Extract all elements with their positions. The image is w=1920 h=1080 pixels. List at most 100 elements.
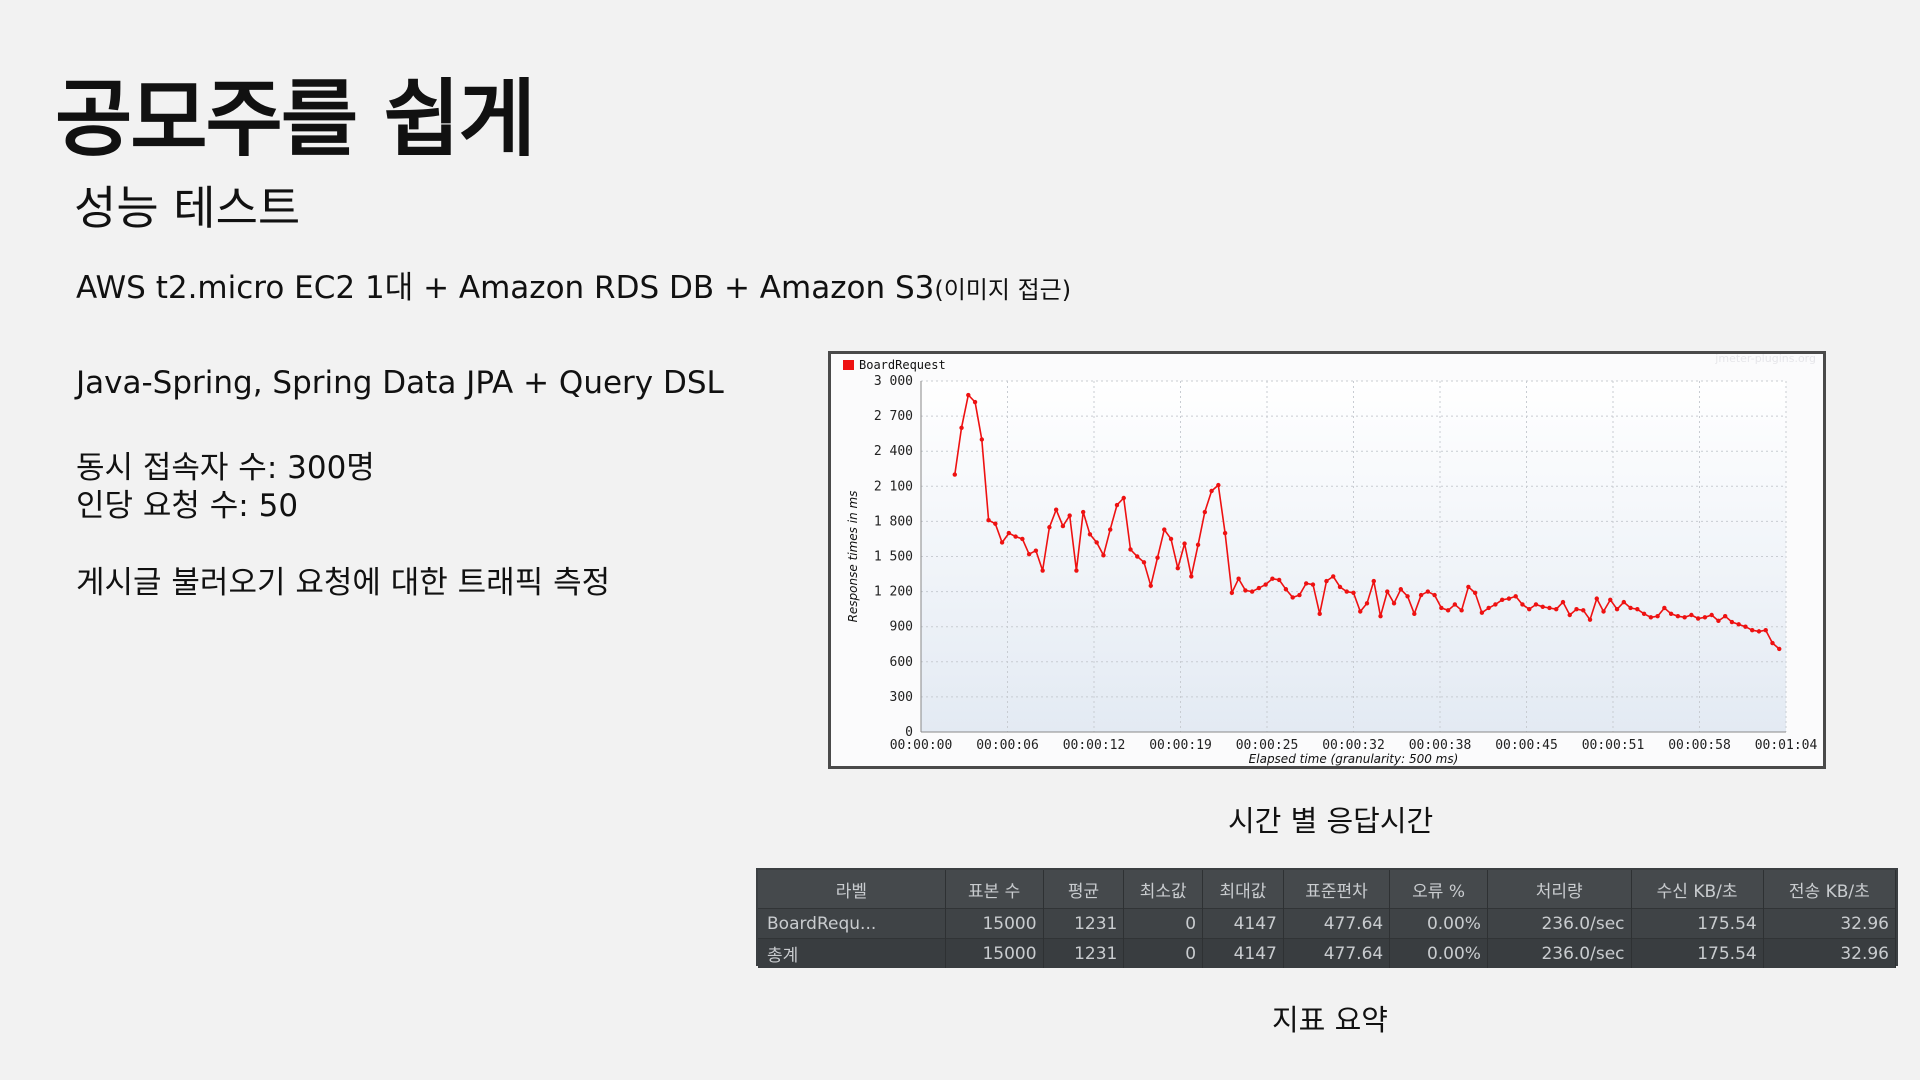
data-point bbox=[1087, 532, 1093, 537]
data-point bbox=[1283, 587, 1289, 592]
data-point bbox=[993, 521, 998, 526]
data-point bbox=[1513, 594, 1518, 599]
data-point bbox=[1351, 590, 1356, 595]
table-cell: 175.54 bbox=[1631, 938, 1764, 968]
data-point bbox=[1662, 605, 1667, 611]
data-point bbox=[1378, 613, 1383, 619]
data-point bbox=[1317, 611, 1322, 617]
data-point bbox=[1270, 576, 1275, 581]
data-point bbox=[1020, 536, 1025, 542]
data-point bbox=[1581, 608, 1586, 613]
table-header-cell[interactable]: 표본 수 bbox=[945, 870, 1044, 909]
data-point bbox=[999, 540, 1005, 545]
data-point bbox=[1276, 577, 1282, 583]
data-point bbox=[1635, 606, 1640, 612]
table-header-cell[interactable]: 표준편차 bbox=[1283, 870, 1391, 909]
table-row[interactable]: BoardRequ... 15000 1231 0 4147 477.64 0.00% 236… bbox=[758, 908, 1897, 939]
table-header-cell[interactable]: 수신 KB/초 bbox=[1631, 870, 1764, 909]
y-tick-label: 1 800 bbox=[874, 514, 913, 529]
data-point bbox=[1547, 605, 1552, 611]
data-point bbox=[966, 392, 971, 398]
data-point bbox=[1047, 525, 1052, 530]
table-body: BoardRequ... 15000 1231 0 4147 477.64 0.00% 236… bbox=[758, 908, 1897, 968]
table-cell: 4147 bbox=[1202, 938, 1284, 968]
table-header-cell[interactable]: 처리량 bbox=[1487, 870, 1632, 909]
data-point bbox=[1506, 596, 1512, 601]
data-point bbox=[1074, 568, 1079, 573]
table-cell: 0 bbox=[1123, 938, 1204, 968]
data-point bbox=[1006, 530, 1012, 536]
y-tick-label: 900 bbox=[890, 620, 913, 635]
x-tick-label: 00:00:51 bbox=[1582, 738, 1645, 753]
table-header-cell[interactable]: 전송 KB/초 bbox=[1763, 870, 1897, 909]
y-tick-label: 2 400 bbox=[874, 444, 913, 459]
data-point bbox=[1554, 606, 1559, 612]
data-point bbox=[1587, 617, 1593, 622]
data-point bbox=[1128, 547, 1133, 552]
data-point bbox=[1682, 615, 1687, 620]
data-point bbox=[1405, 594, 1410, 599]
data-point bbox=[1195, 542, 1201, 547]
data-point bbox=[1574, 606, 1579, 612]
x-tick-label: 00:00:32 bbox=[1322, 738, 1385, 753]
data-point bbox=[986, 518, 991, 523]
table-header-cell[interactable]: 평균 bbox=[1043, 870, 1125, 909]
data-point bbox=[1108, 527, 1113, 532]
data-point bbox=[1067, 513, 1072, 518]
data-point bbox=[1594, 596, 1599, 601]
data-point bbox=[1736, 622, 1741, 627]
data-point bbox=[1344, 589, 1349, 594]
data-point bbox=[1202, 509, 1208, 515]
data-point bbox=[1229, 590, 1235, 595]
table-cell: 1231 bbox=[1043, 938, 1125, 968]
data-point bbox=[1418, 592, 1424, 598]
data-point bbox=[1162, 527, 1167, 532]
data-point bbox=[1121, 495, 1126, 501]
data-point bbox=[1148, 583, 1153, 588]
data-point bbox=[1567, 612, 1572, 618]
stack-line: Java-Spring, Spring Data JPA + Query DSL bbox=[76, 365, 724, 401]
table-header-cell[interactable]: 최소값 bbox=[1123, 870, 1204, 909]
data-point bbox=[1026, 551, 1032, 557]
watermark: jmeter-plugins.org bbox=[1714, 354, 1816, 365]
data-point bbox=[1479, 610, 1485, 615]
x-tick-label: 00:00:25 bbox=[1236, 738, 1299, 753]
data-point bbox=[1412, 611, 1417, 617]
table-header-cell[interactable]: 최대값 bbox=[1202, 870, 1284, 909]
infra-line: AWS t2.micro EC2 1대 + Amazon RDS DB + Am… bbox=[76, 262, 1071, 307]
table-cell: 236.0/sec bbox=[1487, 908, 1632, 939]
y-tick-label: 2 700 bbox=[874, 409, 913, 424]
data-point bbox=[972, 399, 978, 405]
data-point bbox=[1263, 582, 1268, 587]
table-row[interactable]: 총계 15000 1231 0 4147 477.64 0.00% 236.0/sec 175.… bbox=[758, 938, 1897, 968]
table-header-row: 라벨 표본 수 평균 최소값 최대값 표준편차 오류 % 처리량 수신 KB/초 전송 KB/초 bbox=[758, 870, 1897, 909]
data-point bbox=[1290, 595, 1295, 600]
data-point bbox=[1777, 646, 1782, 652]
data-point bbox=[1655, 613, 1660, 619]
table-cell: 15000 bbox=[945, 908, 1044, 939]
data-point bbox=[1621, 599, 1627, 605]
data-point bbox=[1729, 619, 1735, 625]
data-point bbox=[1182, 541, 1187, 546]
table-cell: 0.00% bbox=[1389, 908, 1488, 939]
data-point bbox=[1756, 629, 1762, 634]
data-point bbox=[1337, 584, 1343, 590]
data-point bbox=[1668, 611, 1674, 617]
data-point bbox=[1398, 587, 1404, 592]
x-axis-title: Elapsed time (granularity: 500 ms) bbox=[1249, 752, 1459, 766]
table-cell: 15000 bbox=[945, 938, 1044, 968]
y-tick-label: 1 200 bbox=[874, 585, 913, 600]
x-tick-label: 00:00:12 bbox=[1063, 738, 1126, 753]
data-point bbox=[1358, 609, 1363, 614]
data-point bbox=[979, 437, 985, 442]
y-tick-label: 600 bbox=[890, 655, 913, 670]
table-cell: 477.64 bbox=[1283, 938, 1391, 968]
data-point bbox=[1222, 530, 1228, 536]
x-tick-label: 00:00:45 bbox=[1495, 738, 1558, 753]
chart-caption: 시간 별 응답시간 bbox=[1228, 804, 1434, 838]
data-point bbox=[1033, 548, 1039, 553]
table-header-cell[interactable]: 오류 % bbox=[1389, 870, 1488, 909]
table-header-cell[interactable]: 라벨 bbox=[758, 870, 946, 909]
x-tick-label: 00:00:58 bbox=[1668, 738, 1731, 753]
data-point bbox=[1040, 568, 1045, 573]
